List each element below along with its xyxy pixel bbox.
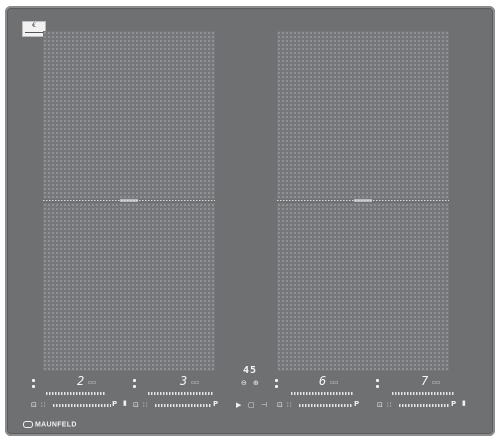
grid-icon[interactable]: ∷ bbox=[143, 402, 147, 409]
pot-icon[interactable]: ⊡ bbox=[133, 402, 139, 409]
play-icon[interactable]: ▶ bbox=[236, 402, 241, 409]
pot-icon[interactable]: ⊡ bbox=[377, 402, 383, 409]
zone-select-3[interactable] bbox=[275, 379, 278, 388]
boost-slider-2[interactable] bbox=[155, 404, 211, 407]
indicator-icon-4: ▮ bbox=[462, 399, 466, 407]
cooking-zone-front-left bbox=[43, 203, 215, 371]
timer-plus-icon[interactable]: ⊕ bbox=[253, 380, 259, 387]
brand-name: MAUNFELD bbox=[35, 421, 77, 429]
power-level-3: 6 bbox=[319, 374, 327, 388]
power-slider-2[interactable] bbox=[148, 392, 214, 395]
flex-zone-divider-right bbox=[277, 199, 449, 202]
power-slider-1[interactable] bbox=[46, 392, 106, 395]
power-level-1: 2 bbox=[77, 374, 85, 388]
level-indicator-4: ▫▫ bbox=[432, 379, 441, 386]
brand-mark-icon bbox=[23, 421, 33, 428]
level-indicator-1: ▫▫ bbox=[88, 379, 97, 386]
brand-logo: MAUNFELD bbox=[23, 421, 77, 428]
induction-hob: € 2 ▫▫ ⊡ ∷ P ▮ 3 ▫▫ ⊡ ∷ P 45 ⊖ ⊕ ▶ ▢ ⊣ 6… bbox=[5, 6, 495, 436]
boost-label-1[interactable]: P bbox=[112, 400, 117, 408]
zone-select-4[interactable] bbox=[376, 379, 379, 388]
zone-select-2[interactable] bbox=[133, 379, 136, 388]
boost-label-4[interactable]: P bbox=[451, 400, 456, 408]
power-icon[interactable]: ⊣ bbox=[261, 402, 267, 409]
timer-minus-icon[interactable]: ⊖ bbox=[241, 380, 247, 387]
power-slider-3[interactable] bbox=[291, 392, 354, 395]
grid-icon[interactable]: ∷ bbox=[41, 402, 45, 409]
cooking-zone-rear-left bbox=[43, 31, 215, 199]
zone-select-1[interactable] bbox=[32, 379, 35, 388]
cooking-zone-front-right bbox=[277, 203, 449, 371]
boost-label-2[interactable]: P bbox=[213, 400, 218, 408]
level-indicator-2: ▫▫ bbox=[191, 379, 200, 386]
grid-icon[interactable]: ∷ bbox=[387, 402, 391, 409]
stop-icon[interactable]: ▢ bbox=[248, 402, 255, 409]
power-level-4: 7 bbox=[421, 374, 429, 388]
indicator-icon-1: ▮ bbox=[123, 399, 127, 407]
level-indicator-3: ▫▫ bbox=[330, 379, 339, 386]
boost-slider-1[interactable] bbox=[53, 404, 111, 407]
power-slider-4[interactable] bbox=[392, 392, 454, 395]
boost-slider-3[interactable] bbox=[299, 404, 352, 407]
flex-zone-divider-left bbox=[43, 199, 215, 202]
boost-label-3[interactable]: P bbox=[354, 400, 359, 408]
grid-icon[interactable]: ∷ bbox=[287, 402, 291, 409]
timer-display: 45 bbox=[243, 365, 258, 376]
power-level-2: 3 bbox=[180, 374, 188, 388]
boost-slider-4[interactable] bbox=[399, 404, 449, 407]
cooking-zone-rear-right bbox=[277, 31, 449, 199]
pot-icon[interactable]: ⊡ bbox=[277, 402, 283, 409]
lock-icon[interactable]: ⊡ bbox=[31, 402, 37, 409]
